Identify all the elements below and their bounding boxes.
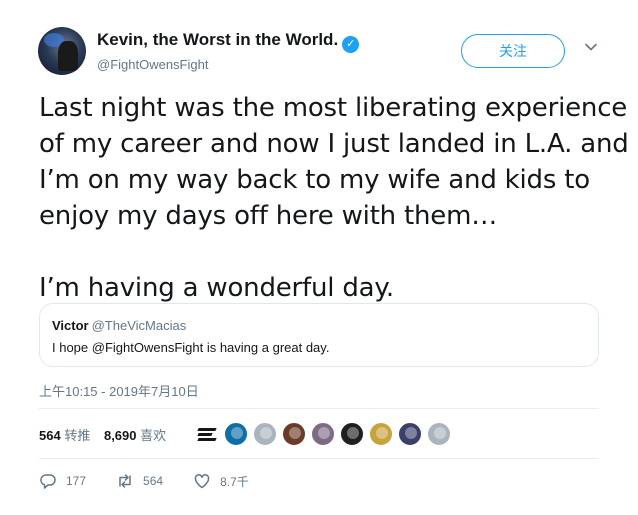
tweet-line: of my career and now I just landed in L.… — [39, 129, 629, 159]
brand-logo-icon[interactable] — [197, 426, 218, 442]
like-count: 8.7千 — [220, 474, 249, 489]
retweet-count: 564 — [143, 474, 164, 488]
divider — [39, 408, 599, 409]
author-handle[interactable]: @FightOwensFight — [97, 57, 208, 72]
retweet-button[interactable]: 564 — [116, 472, 163, 490]
liker-avatar[interactable] — [398, 422, 422, 446]
tweet-line: Last night was the most liberating exper… — [39, 93, 628, 123]
liker-avatar[interactable] — [311, 422, 335, 446]
quoted-tweet-text: I hope @FightOwensFight is having a grea… — [52, 340, 330, 355]
quoted-author-name: Victor — [52, 318, 89, 333]
quoted-author-handle: @TheVicMacias — [91, 318, 187, 333]
retweet-icon — [119, 474, 131, 488]
author-avatar[interactable] — [38, 27, 86, 75]
author-name-text[interactable]: Kevin, the Worst in the World. — [97, 30, 338, 49]
liker-avatar[interactable] — [340, 422, 364, 446]
liker-avatar[interactable] — [369, 422, 393, 446]
reply-button[interactable]: 177 — [39, 472, 86, 490]
heart-icon — [194, 474, 210, 489]
liker-avatar[interactable] — [427, 422, 451, 446]
tweet-line: I’m on my way back to my wife and kids t… — [39, 165, 590, 195]
likes-count[interactable]: 8,690 — [104, 428, 137, 443]
reply-count: 177 — [66, 474, 87, 488]
likes-label[interactable]: 喜欢 — [140, 428, 166, 443]
avatar-figure — [58, 41, 78, 71]
tweet-line: I’m having a wonderful day. — [39, 273, 394, 303]
engagement-stats: 564 转推 8,690 喜欢 — [39, 425, 176, 444]
verified-badge-icon: ✓ — [342, 36, 360, 53]
retweets-label[interactable]: 转推 — [64, 428, 90, 443]
like-button[interactable]: 8.7千 — [193, 472, 249, 490]
liker-avatar[interactable] — [282, 422, 306, 446]
chevron-down-icon[interactable] — [582, 40, 600, 58]
author-name[interactable]: Kevin, the Worst in the World. ✓ — [97, 30, 360, 53]
tweet-actions: 177 564 8.7千 — [39, 470, 279, 492]
tweet-line: enjoy my days off here with them… — [39, 201, 498, 231]
follow-button[interactable]: 关注 — [461, 34, 565, 68]
divider — [39, 458, 599, 459]
quoted-tweet[interactable]: Victor @TheVicMacias I hope @FightOwensFi… — [39, 303, 599, 367]
retweets-count[interactable]: 564 — [39, 428, 61, 443]
liker-avatars — [197, 421, 456, 447]
liker-avatar[interactable] — [224, 422, 248, 446]
reply-icon — [40, 474, 56, 489]
tweet-timestamp[interactable]: 上午10:15 - 2019年7月10日 — [39, 381, 199, 400]
tweet-text: Last night was the most liberating exper… — [39, 90, 629, 306]
liker-avatar[interactable] — [253, 422, 277, 446]
quoted-author: Victor @TheVicMacias — [52, 318, 186, 333]
